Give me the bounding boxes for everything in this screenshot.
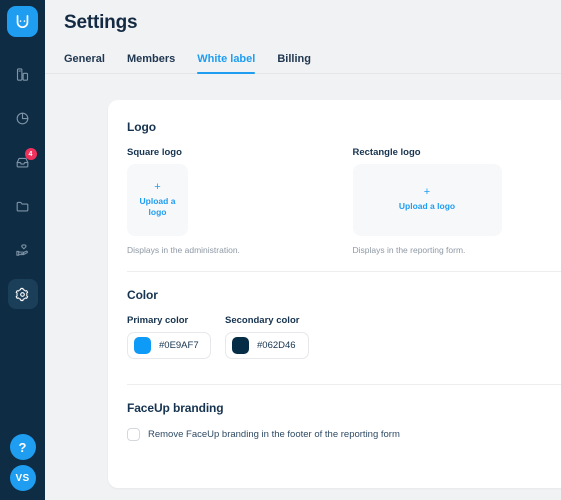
inbox-badge: 4 [24,148,37,160]
square-logo-caption: Displays in the administration. [127,245,240,255]
sidebar-item-dashboard[interactable] [8,59,38,89]
color-row: Primary color #0E9AF7 Secondary color #0… [127,315,561,359]
square-logo-label: Square logo [127,147,182,158]
folder-icon [16,201,29,211]
rectangle-logo-caption: Displays in the reporting form. [352,245,466,255]
primary-color-field: Primary color #0E9AF7 [127,315,211,359]
hand-heart-icon [16,243,28,256]
tab-white-label[interactable]: White label [197,53,256,74]
remove-branding-label: Remove FaceUp branding in the footer of … [148,429,400,440]
tabs: General Members White label Billing [45,53,561,74]
settings-card: Logo Square logo + Upload a logo Display… [108,100,561,488]
primary-color-value: #0E9AF7 [159,340,199,351]
rectangle-logo-upload-button[interactable]: + Upload a logo [352,164,502,236]
sidebar-bottom: ? VS [0,434,45,491]
color-section-title: Color [127,288,158,302]
sidebar-item-statistics[interactable] [8,103,38,133]
square-logo-upload-text: Upload a logo [139,195,176,217]
remove-branding-checkbox[interactable] [127,428,140,441]
divider-color-branding [127,384,561,385]
rectangle-logo-upload-text: Upload a logo [398,201,456,212]
faceup-logo-icon [16,14,29,28]
rectangle-logo-field: Rectangle logo + Upload a logo Displays … [352,147,561,255]
rectangle-logo-label: Rectangle logo [352,147,421,158]
pie-chart-icon [16,112,29,124]
remove-branding-row[interactable]: Remove FaceUp branding in the footer of … [127,428,561,441]
primary-color-swatch[interactable] [134,337,151,354]
sidebar: 4 ? VS [0,0,45,500]
main-content: Settings General Members White label Bil… [45,0,561,500]
plus-icon: + [154,180,161,193]
branding-section-title: FaceUp branding [127,401,224,415]
sidebar-item-support[interactable] [8,235,38,265]
logo-section-title: Logo [127,120,156,134]
faceup-logo[interactable] [7,6,38,37]
tab-general[interactable]: General [64,53,105,73]
secondary-color-input[interactable]: #062D46 [225,332,309,359]
app-root: 4 ? VS Settings General Members White la… [0,0,561,500]
bar-chart-icon [16,67,29,81]
square-logo-field: Square logo + Upload a logo Displays in … [127,147,353,255]
secondary-color-label: Secondary color [225,315,300,326]
tab-billing[interactable]: Billing [277,53,311,73]
secondary-color-value: #062D46 [257,340,296,351]
divider-logo-color [127,271,561,272]
sidebar-nav: 4 [0,59,45,309]
logo-row: Square logo + Upload a logo Displays in … [127,147,561,255]
plus-icon: + [423,186,431,199]
square-logo-upload-button[interactable]: + Upload a logo [127,164,188,236]
primary-color-label: Primary color [127,315,189,326]
avatar[interactable]: VS [9,465,36,491]
tab-members[interactable]: Members [127,53,175,73]
sidebar-item-settings[interactable] [7,279,38,309]
page-header: Settings [45,0,561,34]
secondary-color-swatch[interactable] [232,337,249,354]
primary-color-input[interactable]: #0E9AF7 [127,332,211,359]
sidebar-item-files[interactable] [8,191,38,221]
secondary-color-field: Secondary color #062D46 [225,315,309,359]
sidebar-item-inbox[interactable]: 4 [8,147,38,177]
page-title: Settings [64,12,138,33]
gear-icon [15,287,29,301]
help-button[interactable]: ? [9,434,36,460]
